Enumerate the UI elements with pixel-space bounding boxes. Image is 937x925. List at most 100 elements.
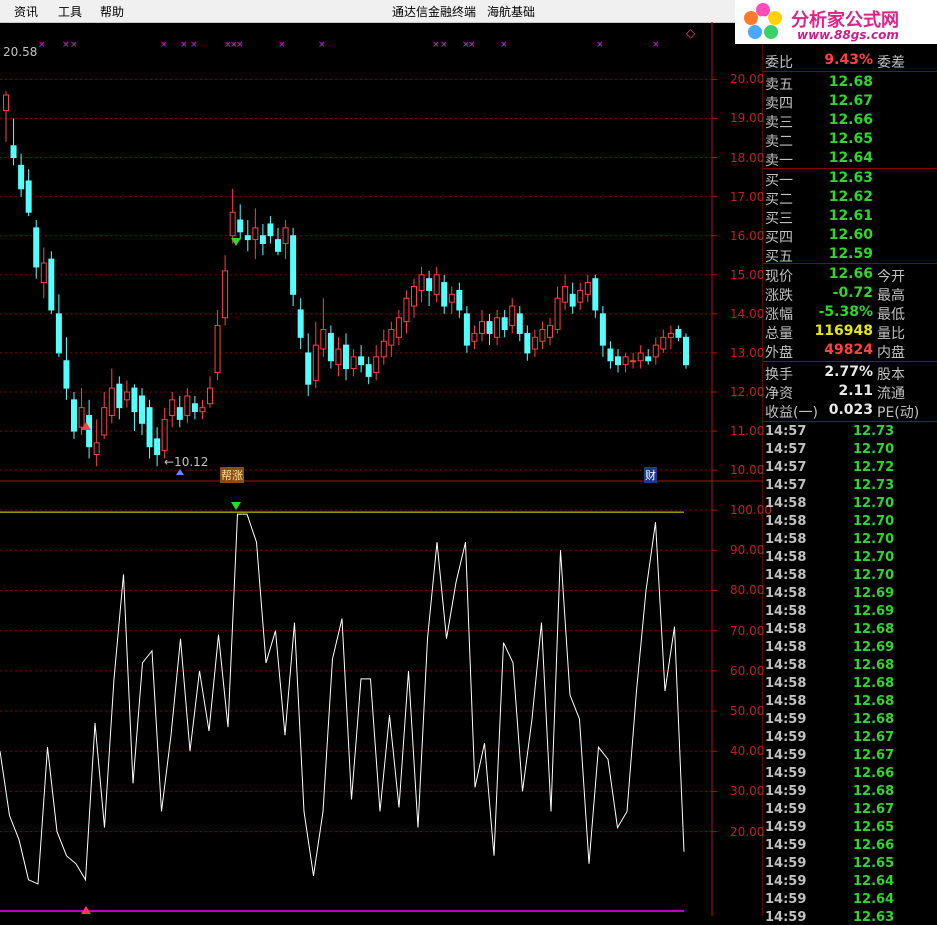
tick-price: 12.63 <box>853 910 895 925</box>
candle-body <box>176 407 183 420</box>
weibi-row: 委比 9.43% 委差 <box>763 52 937 71</box>
candle-body <box>290 235 297 295</box>
stat-row: 现价 12.66 今开 <box>763 266 937 285</box>
tick-price: 12.67 <box>853 730 895 745</box>
tick-price: 12.67 <box>853 802 895 817</box>
candle-body <box>667 332 674 338</box>
tick-time: 14:58 <box>765 586 807 601</box>
stat-value: 116948 <box>814 323 873 339</box>
sell-level-value: 12.65 <box>828 131 873 147</box>
tick-price: 12.64 <box>853 874 895 889</box>
signal-marker: × <box>38 40 46 50</box>
candle-body <box>252 227 259 241</box>
candle-body <box>244 235 251 241</box>
signal-marker: × <box>500 40 508 50</box>
stat2-label: 收益(一) <box>765 405 818 421</box>
osc-axis-label: 70.00 <box>730 623 765 638</box>
osc-axis-label: 40.00 <box>730 744 765 759</box>
tick-price: 12.68 <box>853 622 895 637</box>
divider <box>763 421 937 422</box>
stat-value: -0.72 <box>832 285 873 301</box>
buy-level-value: 12.60 <box>828 227 873 243</box>
candle-body <box>441 282 448 307</box>
sell-level-value: 12.66 <box>828 112 873 128</box>
sell-level-value: 12.64 <box>828 150 873 166</box>
tick-price: 12.67 <box>853 748 895 763</box>
candle-body <box>463 313 470 346</box>
stat-label2: 最低 <box>877 307 905 323</box>
candle-body <box>479 321 485 334</box>
stat2-row: 净资 2.11 流通 <box>763 383 937 402</box>
sell-level-row: 卖四 12.67 <box>763 93 937 112</box>
candle-body <box>403 297 410 323</box>
stat-row: 涨幅 -5.38% 最低 <box>763 304 937 323</box>
candle-body <box>395 317 402 338</box>
signal-marker: × <box>318 40 326 50</box>
tick-price: 12.70 <box>853 532 895 547</box>
signal-marker: × <box>468 40 476 50</box>
candle-body <box>539 328 546 342</box>
candle-body <box>10 145 17 159</box>
chart-area[interactable]: × × × × × × ××× × × × × ×× × × × <box>0 0 763 916</box>
stat2-value: 2.11 <box>838 383 873 399</box>
stat-label: 涨幅 <box>765 307 793 323</box>
price-axis-label: 15.00 <box>730 267 765 282</box>
candle-body <box>199 407 206 413</box>
candle-body <box>426 278 433 291</box>
candle-body <box>139 395 145 424</box>
candle-body <box>343 344 349 370</box>
stat-label: 外盘 <box>765 345 793 361</box>
buy-level-row: 买二 12.62 <box>763 189 937 208</box>
candle-body <box>335 348 342 366</box>
event-tag-rise[interactable]: 帮涨 <box>220 467 244 483</box>
signal-marker: × <box>596 40 604 50</box>
buy-level-value: 12.63 <box>828 170 873 186</box>
candle-body <box>380 340 387 358</box>
divider <box>763 71 937 72</box>
tick-time: 14:59 <box>765 766 807 781</box>
buy-level-value: 12.59 <box>828 246 873 262</box>
stat2-row: 收益(一) 0.023 PE(动) <box>763 402 937 421</box>
price-axis-label: 14.00 <box>730 306 765 321</box>
tick-price: 12.68 <box>853 784 895 799</box>
price-axis-label: 18.00 <box>730 150 765 165</box>
stat-label: 现价 <box>765 269 793 285</box>
candle-body <box>169 399 176 416</box>
tick-time: 14:57 <box>765 442 807 457</box>
tick-price: 12.69 <box>853 586 895 601</box>
tick-price: 12.68 <box>853 694 895 709</box>
candle-body <box>71 399 77 432</box>
tick-time: 14:59 <box>765 784 807 799</box>
event-tag-finance[interactable]: 财 <box>644 467 657 483</box>
tick-time: 14:59 <box>765 748 807 763</box>
candle-body <box>108 387 115 416</box>
candle-body <box>547 325 553 338</box>
signal-marker: × <box>190 40 198 50</box>
tick-price: 12.64 <box>853 892 895 907</box>
sell-level-label: 卖三 <box>765 115 793 131</box>
tick-time: 14:59 <box>765 730 807 745</box>
price-axis-label: 20.00 <box>730 72 765 87</box>
candle-body <box>622 356 629 366</box>
site-logo: 分析家公式网 www.88gs.com <box>735 0 937 44</box>
osc-axis-label: 30.00 <box>730 784 765 799</box>
candle-body <box>607 348 614 362</box>
tick-time: 14:58 <box>765 658 807 673</box>
tick-time: 14:59 <box>765 838 807 853</box>
stat-value: 12.66 <box>828 266 873 282</box>
candle-body <box>214 325 221 373</box>
tick-price: 12.66 <box>853 766 895 781</box>
candle-body <box>630 360 637 363</box>
tick-time: 14:59 <box>765 892 807 907</box>
sell-level-label: 卖二 <box>765 134 793 150</box>
candle-body <box>312 344 319 381</box>
stat2-value: 2.77% <box>824 364 873 380</box>
stat-value: -5.38% <box>818 304 873 320</box>
candle-body <box>509 305 516 327</box>
diamond-marker-icon: ◇ <box>686 26 696 40</box>
osc-axis-label: 90.00 <box>730 543 765 558</box>
tick-price: 12.73 <box>853 478 895 493</box>
tick-price: 12.65 <box>853 856 895 871</box>
candle-body <box>25 180 32 213</box>
buy-level-label: 买四 <box>765 230 793 246</box>
